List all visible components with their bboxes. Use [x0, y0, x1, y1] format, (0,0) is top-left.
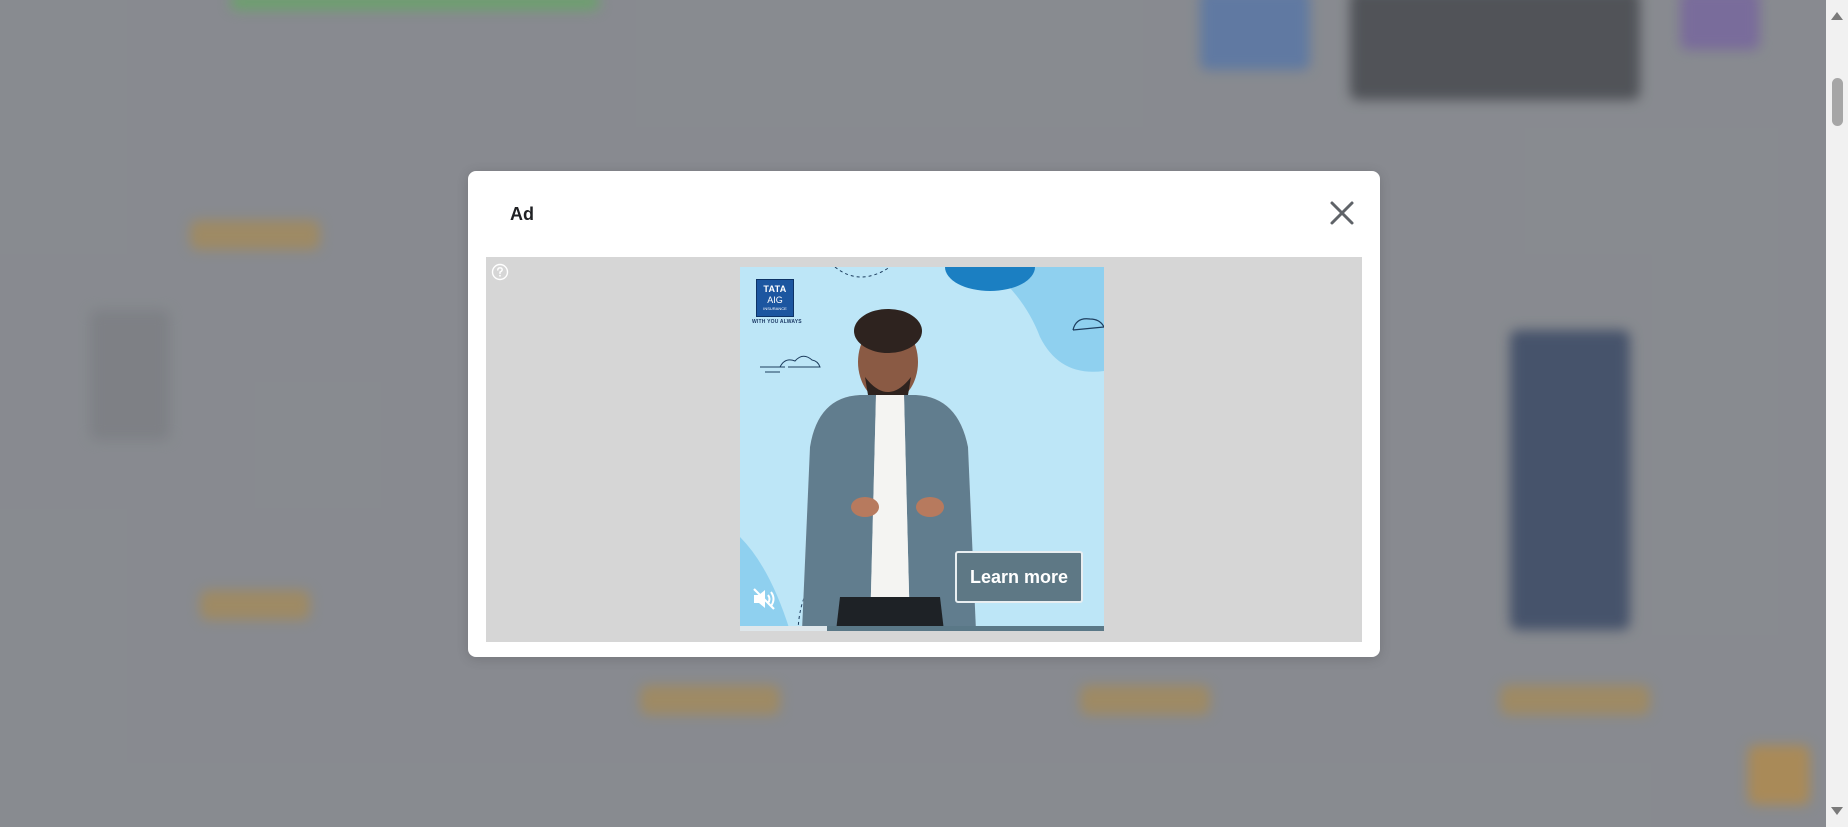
video-progress-bar[interactable]	[740, 626, 1104, 631]
learn-more-button[interactable]: Learn more	[955, 551, 1083, 603]
brand-tagline: WITH YOU ALWAYS	[752, 319, 802, 325]
help-circle-icon[interactable]	[491, 263, 509, 281]
ad-frame: TATA AIG INSURANCE WITH YOU ALWAYS Learn…	[486, 257, 1362, 642]
brand-logo-line1: TATA	[763, 284, 787, 294]
scroll-thumb[interactable]	[1832, 78, 1843, 126]
video-progress-fill	[740, 626, 828, 631]
ad-creative-video[interactable]: TATA AIG INSURANCE WITH YOU ALWAYS Learn…	[740, 267, 1104, 631]
brand-logo-line2: AIG	[767, 295, 783, 305]
page-scrollbar[interactable]	[1826, 0, 1848, 827]
mute-button[interactable]	[750, 585, 778, 613]
speaker-muted-icon	[753, 588, 775, 610]
brand-logo: TATA AIG INSURANCE	[756, 279, 794, 317]
scroll-up-arrow-icon[interactable]	[1831, 12, 1843, 20]
scroll-down-arrow-icon[interactable]	[1831, 807, 1843, 815]
close-icon	[1330, 201, 1354, 225]
modal-title: Ad	[510, 204, 534, 224]
close-button[interactable]	[1324, 195, 1360, 231]
brand-logo-line3: INSURANCE	[763, 306, 787, 311]
ad-modal: Ad TATA AIG INSURANCE WITH YOU ALWAYS Le…	[468, 171, 1380, 657]
